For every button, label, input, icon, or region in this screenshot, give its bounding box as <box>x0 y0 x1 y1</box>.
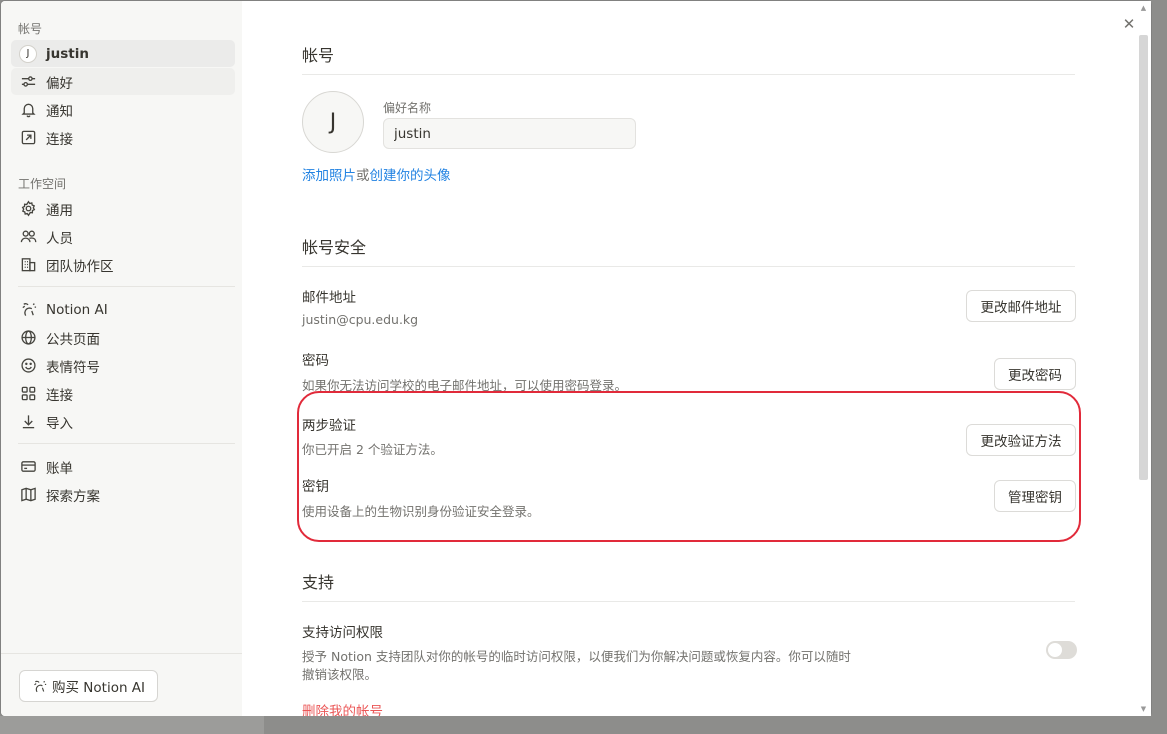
smiley-icon <box>19 357 37 375</box>
sidebar-item-justin[interactable]: J justin <box>11 40 235 67</box>
photo-links: 添加照片或创建你的头像 <box>302 164 451 184</box>
email-title: 邮件地址 <box>302 290 356 306</box>
change-password-button[interactable]: 更改密码 <box>994 358 1076 390</box>
sidebar-item-import[interactable]: 导入 <box>11 408 235 435</box>
settings-content: 帐号 J 偏好名称 添加照片或创建你的头像 帐号安全 邮件地址 justin@c… <box>242 1 1137 716</box>
buy-notion-ai-button[interactable]: 购买 Notion AI <box>19 670 158 702</box>
sidebar-item-label: 表情符号 <box>46 359 100 376</box>
preferred-name-label: 偏好名称 <box>383 101 432 115</box>
sidebar-item-label: 账单 <box>46 460 73 477</box>
scrollbar-thumb[interactable] <box>1139 35 1148 480</box>
map-icon <box>19 486 37 504</box>
password-title: 密码 <box>302 353 329 369</box>
sidebar-item-label: 探索方案 <box>46 488 100 505</box>
gear-icon <box>19 200 37 218</box>
sidebar-item-label: 连接 <box>46 131 73 148</box>
user-avatar: J <box>19 44 37 63</box>
sidebar-item-billing[interactable]: 账单 <box>11 453 235 480</box>
passkey-desc: 使用设备上的生物识别身份验证安全登录。 <box>302 504 540 519</box>
security-heading: 帐号安全 <box>302 238 367 257</box>
email-value: justin@cpu.edu.kg <box>302 312 419 327</box>
people-icon <box>19 228 37 246</box>
two-step-title: 两步验证 <box>302 418 356 434</box>
section-divider <box>302 601 1075 602</box>
sidebar-divider <box>18 443 235 444</box>
scroll-down-arrow[interactable]: ▼ <box>1139 705 1148 713</box>
sidebar-item-public-pages[interactable]: 公共页面 <box>11 324 235 351</box>
account-heading: 帐号 <box>302 46 335 65</box>
sidebar-item-label: 团队协作区 <box>46 258 114 275</box>
sidebar-item-general[interactable]: 通用 <box>11 195 235 222</box>
sidebar-item-notifications[interactable]: 通知 <box>11 96 235 123</box>
close-icon[interactable]: ✕ <box>1120 15 1138 33</box>
sidebar-section-workspace: 工作空间 <box>18 177 67 191</box>
sidebar-section-account: 帐号 <box>18 22 43 36</box>
sidebar-item-label: Notion AI <box>46 301 108 318</box>
sidebar-divider <box>18 286 235 287</box>
buy-button-label: 购买 Notion AI <box>52 680 146 696</box>
background-overlay-left <box>0 716 264 734</box>
support-access-toggle[interactable] <box>1046 641 1077 659</box>
sidebar-item-label: 导入 <box>46 415 73 432</box>
sidebar-item-notion-ai[interactable]: Notion AI <box>11 296 235 323</box>
scroll-up-arrow[interactable]: ▲ <box>1139 4 1148 12</box>
manage-passkeys-button[interactable]: 管理密钥 <box>994 480 1076 512</box>
support-access-desc-line1: 授予 Notion 支持团队对你的帐号的临时访问权限，以便我们为你解决问题或恢复… <box>302 649 851 664</box>
sidebar-item-teamspaces[interactable]: 团队协作区 <box>11 251 235 278</box>
sidebar-item-label: 偏好 <box>46 75 73 92</box>
sidebar-item-label: 人员 <box>46 230 73 247</box>
support-heading: 支持 <box>302 573 335 592</box>
arrow-up-right-box-icon <box>19 129 37 147</box>
support-access-title: 支持访问权限 <box>302 625 383 641</box>
add-photo-link[interactable]: 添加照片 <box>302 168 356 184</box>
sidebar-item-label: 通用 <box>46 202 73 219</box>
change-email-button[interactable]: 更改邮件地址 <box>966 290 1076 322</box>
sidebar-item-explore-plans[interactable]: 探索方案 <box>11 481 235 508</box>
section-divider <box>302 266 1075 267</box>
sidebar-item-connections[interactable]: 连接 <box>11 124 235 151</box>
bell-icon <box>19 101 37 119</box>
ai-face-icon <box>19 301 37 319</box>
two-step-desc: 你已开启 2 个验证方法。 <box>302 442 443 457</box>
ai-face-icon <box>34 680 47 692</box>
card-icon <box>19 458 37 476</box>
sidebar-item-label: 通知 <box>46 103 73 120</box>
password-desc: 如果你无法访问学校的电子邮件地址，可以使用密码登录。 <box>302 378 628 393</box>
passkey-title: 密钥 <box>302 479 329 495</box>
settings-sidebar: 帐号 J justin 偏好 通知 连接 工作空间 通用 人员 团队协作区 No… <box>1 1 242 716</box>
sliders-icon <box>19 73 37 91</box>
sidebar-item-emoji[interactable]: 表情符号 <box>11 352 235 379</box>
sidebar-item-label: 连接 <box>46 387 73 404</box>
sidebar-item-integrations[interactable]: 连接 <box>11 380 235 407</box>
sidebar-footer-divider <box>1 653 242 654</box>
preferred-name-input[interactable] <box>383 118 636 149</box>
grid-icon <box>19 385 37 403</box>
create-avatar-link[interactable]: 创建你的头像 <box>370 168 451 184</box>
sidebar-item-label: 公共页面 <box>46 331 100 348</box>
profile-avatar[interactable]: J <box>302 91 364 153</box>
change-verification-button[interactable]: 更改验证方法 <box>966 424 1076 456</box>
or-text: 或 <box>356 168 370 184</box>
download-icon <box>19 413 37 431</box>
support-access-desc-line2: 撤销该权限。 <box>302 667 378 682</box>
globe-icon <box>19 329 37 347</box>
sidebar-item-people[interactable]: 人员 <box>11 223 235 250</box>
section-divider <box>302 74 1075 75</box>
sidebar-item-preferences[interactable]: 偏好 <box>11 68 235 95</box>
delete-account-link[interactable]: 删除我的帐号 <box>302 700 383 716</box>
settings-modal: 帐号 J justin 偏好 通知 连接 工作空间 通用 人员 团队协作区 No… <box>1 1 1151 716</box>
building-icon <box>19 256 37 274</box>
sidebar-item-label: justin <box>46 45 89 62</box>
